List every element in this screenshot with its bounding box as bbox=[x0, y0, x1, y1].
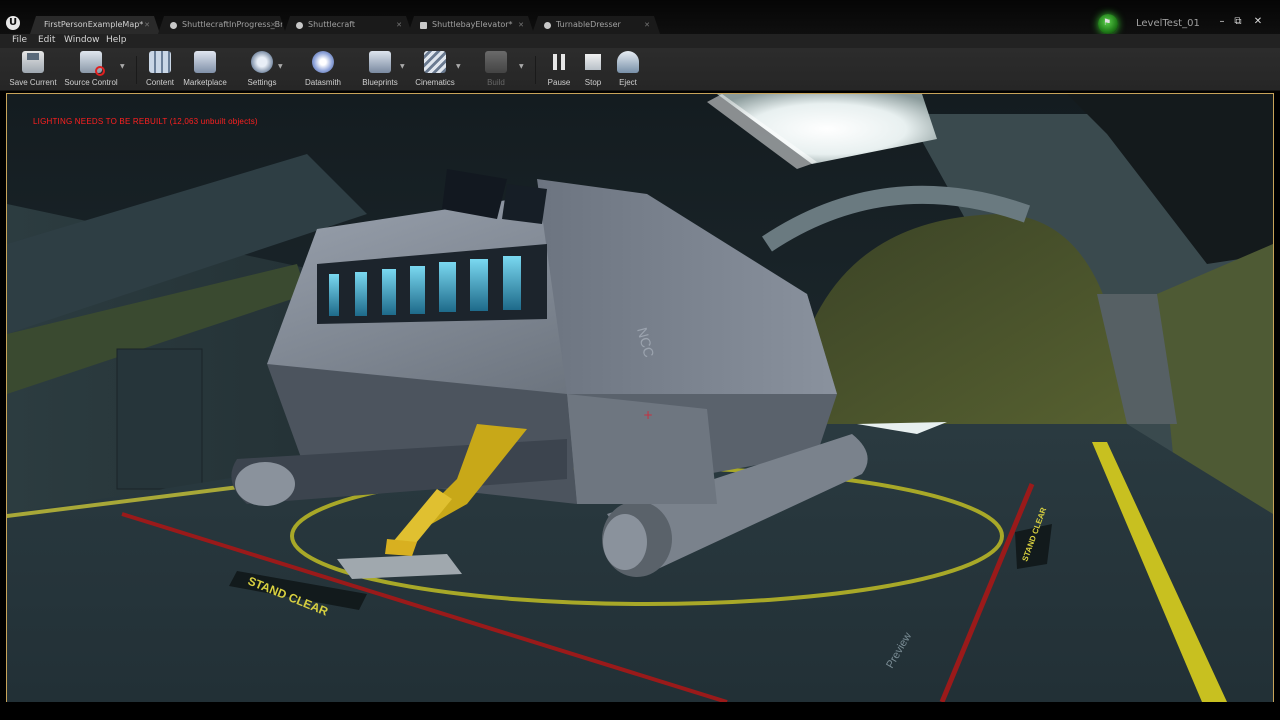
blueprint-asset-icon bbox=[170, 22, 177, 29]
menu-help[interactable]: Help bbox=[106, 35, 127, 45]
current-level-badge[interactable]: ⚑ LevelTest_01 bbox=[1096, 14, 1206, 34]
build-label: Build bbox=[487, 78, 505, 87]
build-button[interactable]: Build bbox=[467, 51, 525, 89]
bottom-letterbox bbox=[0, 702, 1280, 720]
eject-button[interactable]: Eject bbox=[599, 51, 657, 89]
level-name: LevelTest_01 bbox=[1136, 18, 1200, 29]
tab-label: FirstPersonExampleMap* bbox=[44, 20, 144, 29]
source-control-label: Source Control bbox=[64, 78, 118, 87]
tab-close-icon[interactable]: ✕ bbox=[144, 16, 150, 34]
cinematics-icon bbox=[424, 51, 446, 73]
menu-window[interactable]: Window bbox=[64, 35, 100, 45]
datasmith-icon bbox=[312, 51, 334, 73]
build-dropdown-icon[interactable]: ▼ bbox=[519, 63, 524, 70]
eject-label: Eject bbox=[619, 78, 637, 87]
main-toolbar: Save Current Source Control ▼ Content Ma… bbox=[0, 48, 1280, 91]
level-flag-icon: ⚑ bbox=[1103, 18, 1112, 28]
marketplace-button[interactable]: Marketplace bbox=[176, 51, 234, 89]
tab-shuttlebay-elevator[interactable]: ShuttlebayElevator* ✕ bbox=[408, 16, 534, 34]
blueprints-button[interactable]: Blueprints bbox=[351, 51, 409, 89]
restore-button[interactable]: ⧉ bbox=[1230, 16, 1246, 27]
blueprints-label: Blueprints bbox=[362, 78, 398, 87]
datasmith-label: Datasmith bbox=[304, 78, 341, 87]
tab-label: Shuttlecraft bbox=[308, 20, 356, 29]
menu-file[interactable]: File bbox=[12, 35, 27, 45]
tab-shuttlecraft[interactable]: Shuttlecraft ✕ bbox=[284, 16, 412, 34]
tab-label: TurnableDresser bbox=[556, 20, 621, 29]
level-viewport[interactable]: STAND CLEAR STAND CLEAR Preview NCC + LI… bbox=[6, 93, 1274, 703]
eject-icon bbox=[617, 51, 639, 73]
tab-bar: U FirstPersonExampleMap* ✕ ShuttlecraftI… bbox=[0, 0, 1280, 34]
save-icon bbox=[22, 51, 44, 73]
lighting-rebuild-warning: LIGHTING NEEDS TO BE REBUILT (12,063 unb… bbox=[33, 117, 258, 126]
tab-close-icon[interactable]: ✕ bbox=[644, 16, 650, 34]
tab-close-icon[interactable]: ✕ bbox=[396, 16, 402, 34]
left-nacelle-cap bbox=[235, 462, 295, 506]
right-nacelle-cap-highlight bbox=[603, 514, 647, 570]
shuttlebay-scene: STAND CLEAR STAND CLEAR Preview NCC + bbox=[7, 94, 1273, 702]
left-wall-doorway bbox=[116, 348, 203, 490]
save-current-button[interactable]: Save Current bbox=[4, 51, 62, 89]
tab-close-icon[interactable]: ✕ bbox=[270, 16, 276, 34]
settings-dropdown-icon[interactable]: ▼ bbox=[278, 63, 283, 70]
tab-close-icon[interactable]: ✕ bbox=[518, 16, 524, 34]
menu-bar: File Edit Window Help bbox=[0, 34, 1280, 48]
tab-shuttlecraft-in-progress[interactable]: ShuttlecraftInProgress_Br ✕ bbox=[158, 16, 286, 34]
cinematics-dropdown-icon[interactable]: ▼ bbox=[456, 63, 461, 70]
content-icon bbox=[149, 51, 171, 73]
marketplace-icon bbox=[194, 51, 216, 73]
blueprints-icon bbox=[369, 51, 391, 73]
source-control-dropdown-icon[interactable]: ▼ bbox=[120, 63, 125, 70]
tab-label: ShuttlebayElevator* bbox=[432, 20, 513, 29]
source-control-button[interactable]: Source Control bbox=[62, 51, 120, 89]
tab-label: ShuttlecraftInProgress_Br bbox=[182, 20, 284, 29]
menu-edit[interactable]: Edit bbox=[38, 35, 55, 45]
crosshair-icon: + bbox=[643, 408, 653, 422]
level-asset-icon bbox=[420, 22, 427, 29]
blueprint-asset-icon bbox=[296, 22, 303, 29]
settings-button[interactable]: Settings bbox=[233, 51, 291, 89]
settings-icon bbox=[251, 51, 273, 73]
save-current-label: Save Current bbox=[9, 78, 57, 87]
cinematics-label: Cinematics bbox=[415, 78, 455, 87]
build-icon bbox=[485, 51, 507, 73]
tab-turnable-dresser[interactable]: TurnableDresser ✕ bbox=[532, 16, 660, 34]
shuttle-pylon bbox=[567, 394, 717, 504]
tab-first-person-example-map[interactable]: FirstPersonExampleMap* ✕ bbox=[30, 16, 160, 34]
blueprints-dropdown-icon[interactable]: ▼ bbox=[400, 63, 405, 70]
datasmith-button[interactable]: Datasmith bbox=[294, 51, 352, 89]
minimize-button[interactable]: – bbox=[1214, 16, 1230, 27]
unreal-logo-icon[interactable]: U bbox=[6, 16, 20, 30]
source-control-icon bbox=[80, 51, 105, 76]
close-button[interactable]: ✕ bbox=[1250, 16, 1266, 27]
shuttle-rear-window-2 bbox=[502, 184, 547, 224]
settings-label: Settings bbox=[247, 78, 277, 87]
marketplace-label: Marketplace bbox=[183, 78, 227, 87]
landing-foot-joint bbox=[385, 539, 417, 556]
cinematics-button[interactable]: Cinematics bbox=[406, 51, 464, 89]
blueprint-asset-icon bbox=[544, 22, 551, 29]
